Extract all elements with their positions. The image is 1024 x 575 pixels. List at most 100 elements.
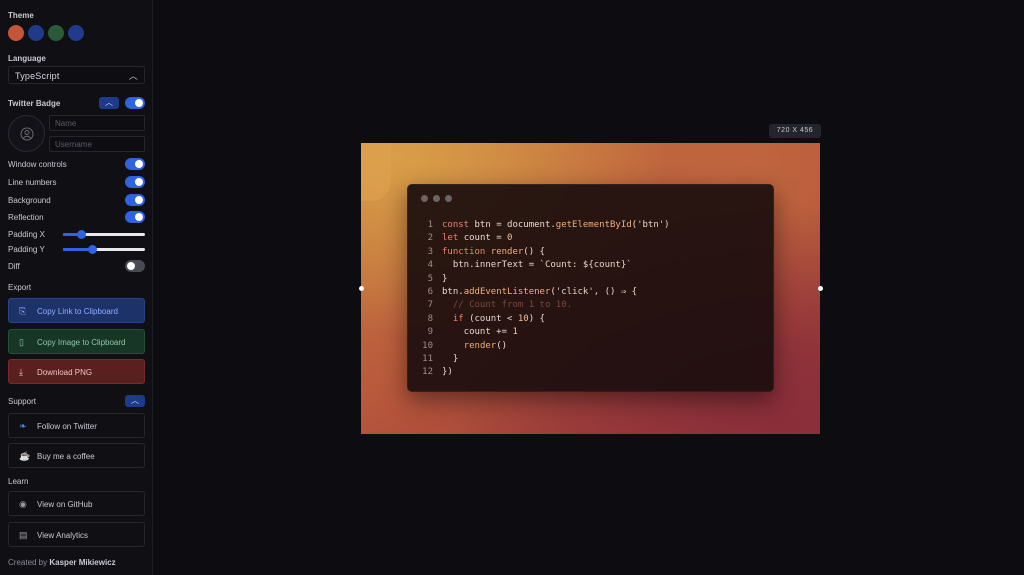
code-token: // Count from 1 to 10.: [442, 300, 573, 311]
theme-title: Theme: [8, 11, 34, 20]
coffee-icon: ☕: [19, 451, 31, 461]
follow-twitter-button[interactable]: ❧ Follow on Twitter: [8, 413, 145, 438]
support-collapse-button[interactable]: ︿: [125, 395, 145, 407]
twitter-icon: ❧: [19, 421, 27, 431]
line-number: 7: [427, 300, 433, 311]
code-token: const: [442, 220, 475, 230]
language-title: Language: [8, 54, 46, 63]
padding-y-label: Padding Y: [8, 245, 45, 254]
code-token: 0: [507, 233, 513, 244]
line-number: 12: [422, 367, 433, 378]
line-number: 1: [427, 220, 433, 230]
copy-link-label: Copy Link to Clipboard: [37, 307, 118, 316]
code-line: 11 }: [422, 353, 670, 366]
code-window: 1 const btn = document.getElementById('bt…: [407, 184, 774, 392]
twitter-badge-title: Twitter Badge: [8, 99, 61, 108]
diff-toggle[interactable]: [125, 260, 145, 272]
code-editor[interactable]: 1 const btn = document.getElementById('bt…: [422, 219, 670, 380]
avatar-upload[interactable]: [8, 115, 45, 152]
theme-swatch-green[interactable]: [48, 25, 64, 41]
code-token: btn.: [442, 286, 464, 297]
copy-link-button[interactable]: ⎘ Copy Link to Clipboard: [8, 298, 145, 323]
line-numbers-label: Line numbers: [8, 178, 57, 187]
code-token: function: [442, 246, 491, 257]
code-token: count =: [463, 233, 508, 244]
credit-prefix: Created by: [8, 558, 48, 567]
sidebar: Theme Language TypeScript ︿ Twitter Badg…: [0, 0, 153, 575]
reflection-toggle[interactable]: [125, 211, 145, 223]
background-label: Background: [8, 196, 51, 205]
code-token: let: [442, 233, 464, 244]
line-number: 9: [427, 327, 433, 338]
line-number: 3: [427, 246, 433, 257]
padding-y-slider[interactable]: [63, 245, 145, 254]
window-controls-toggle[interactable]: [125, 158, 145, 170]
buy-coffee-button[interactable]: ☕ Buy me a coffee: [8, 443, 145, 468]
background-toggle[interactable]: [125, 194, 145, 206]
download-png-label: Download PNG: [37, 368, 93, 377]
theme-swatch-blue[interactable]: [28, 25, 44, 41]
twitter-badge-collapse-button[interactable]: ︿: [99, 97, 119, 109]
code-token: addEventListener: [463, 286, 551, 297]
code-token: () {: [523, 246, 545, 257]
code-line: 6 btn.addEventListener('click', () ⇒ {: [422, 286, 670, 299]
code-token: }): [442, 367, 453, 378]
padding-y-thumb[interactable]: [87, 245, 97, 254]
padding-x-label: Padding X: [8, 230, 45, 239]
line-number: 6: [427, 286, 433, 297]
resize-handle-left[interactable]: [359, 286, 364, 291]
code-token: btn = document.: [474, 220, 556, 230]
code-line: 10 render(): [422, 340, 670, 353]
language-value: TypeScript: [15, 71, 60, 81]
credit-author[interactable]: Kasper Mikiewicz: [49, 558, 115, 567]
code-token: ): [664, 220, 670, 230]
user-icon: [20, 127, 34, 141]
background-blob: [361, 143, 391, 201]
follow-twitter-label: Follow on Twitter: [37, 422, 97, 431]
size-badge: 720 X 456: [769, 124, 821, 138]
padding-x-slider[interactable]: [63, 230, 145, 239]
buy-coffee-label: Buy me a coffee: [37, 452, 95, 461]
download-png-button[interactable]: ⤓ Download PNG: [8, 359, 145, 384]
line-number: 11: [422, 353, 433, 364]
code-line: 9 count += 1: [422, 326, 670, 339]
code-token: 'click': [555, 286, 594, 297]
line-number: 2: [427, 233, 433, 244]
code-token: ) {: [528, 313, 545, 324]
analytics-label: View Analytics: [37, 531, 88, 540]
diff-label: Diff: [8, 262, 20, 271]
line-number: 8: [427, 313, 433, 324]
code-token: getElementById: [555, 220, 632, 230]
code-token: (count <: [469, 313, 518, 324]
username-input[interactable]: Username: [49, 136, 145, 152]
theme-swatch-orange[interactable]: [8, 25, 24, 41]
analytics-button[interactable]: ▤ View Analytics: [8, 522, 145, 547]
github-button[interactable]: ◉ View on GitHub: [8, 491, 145, 516]
export-title: Export: [8, 283, 32, 292]
window-control-dot: [421, 195, 428, 202]
resize-handle-right[interactable]: [818, 286, 823, 291]
download-icon: ⤓: [19, 367, 23, 377]
code-line: 1 const btn = document.getElementById('bt…: [422, 219, 670, 232]
code-token: btn.innerText =: [442, 260, 540, 271]
twitter-badge-toggle[interactable]: [125, 97, 145, 109]
code-token: if: [442, 313, 470, 324]
padding-x-thumb[interactable]: [77, 230, 87, 239]
name-input[interactable]: Name: [49, 115, 145, 131]
analytics-icon: ▤: [19, 530, 28, 540]
clipboard-icon: ▯: [19, 337, 24, 347]
line-numbers-toggle[interactable]: [125, 176, 145, 188]
code-token: (): [496, 340, 508, 351]
code-line: 4 btn.innerText = `Count: ${count}`: [422, 259, 670, 272]
copy-image-button[interactable]: ▯ Copy Image to Clipboard: [8, 329, 145, 354]
language-select[interactable]: TypeScript ︿: [8, 66, 145, 84]
github-label: View on GitHub: [37, 500, 93, 509]
code-token: 'btn': [637, 220, 665, 230]
learn-title: Learn: [8, 477, 29, 486]
chevron-up-icon: ︿: [128, 71, 138, 81]
line-number: 10: [422, 340, 433, 351]
code-token: count +=: [442, 327, 513, 338]
theme-swatch-indigo[interactable]: [68, 25, 84, 41]
code-token: }: [442, 353, 459, 364]
